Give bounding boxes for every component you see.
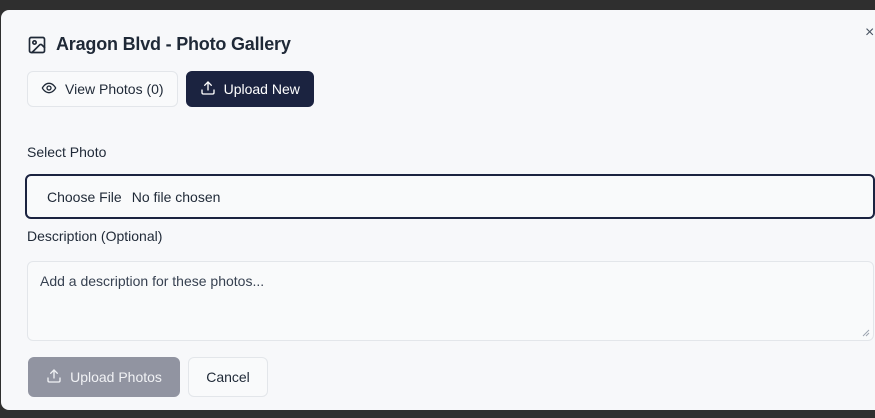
form-actions: Upload Photos Cancel	[28, 357, 268, 397]
description-label: Description (Optional)	[27, 228, 163, 244]
cancel-button[interactable]: Cancel	[188, 357, 268, 397]
upload-photos-label: Upload Photos	[70, 369, 162, 385]
description-textarea[interactable]: Add a description for these photos...	[27, 261, 874, 341]
close-button[interactable]: ×	[865, 24, 875, 41]
dialog-title: Aragon Blvd - Photo Gallery	[56, 34, 291, 54]
file-status-text: No file chosen	[131, 188, 221, 205]
upload-photos-button[interactable]: Upload Photos	[28, 357, 180, 397]
description-placeholder: Add a description for these photos...	[40, 273, 265, 289]
eye-icon	[41, 80, 57, 99]
tab-upload-new-label: Upload New	[223, 81, 300, 97]
image-icon	[27, 35, 47, 55]
file-input[interactable]: Choose File No file chosen	[25, 174, 875, 219]
tab-upload-new[interactable]: Upload New	[185, 71, 314, 107]
select-photo-label: Select Photo	[27, 144, 107, 160]
dialog-header: Aragon Blvd - Photo Gallery	[27, 34, 291, 55]
photo-gallery-dialog: × Aragon Blvd - Photo Gallery View Photo…	[1, 10, 875, 410]
resize-handle-icon[interactable]	[862, 329, 870, 337]
close-icon[interactable]: ×	[865, 24, 874, 41]
upload-icon	[200, 80, 216, 99]
upload-icon	[46, 368, 62, 387]
tab-view-photos-label: View Photos (0)	[65, 81, 164, 97]
choose-file-button[interactable]: Choose File	[47, 189, 122, 205]
cancel-label: Cancel	[206, 369, 250, 385]
view-tabs: View Photos (0) Upload New	[27, 71, 314, 107]
tab-view-photos[interactable]: View Photos (0)	[27, 71, 178, 107]
